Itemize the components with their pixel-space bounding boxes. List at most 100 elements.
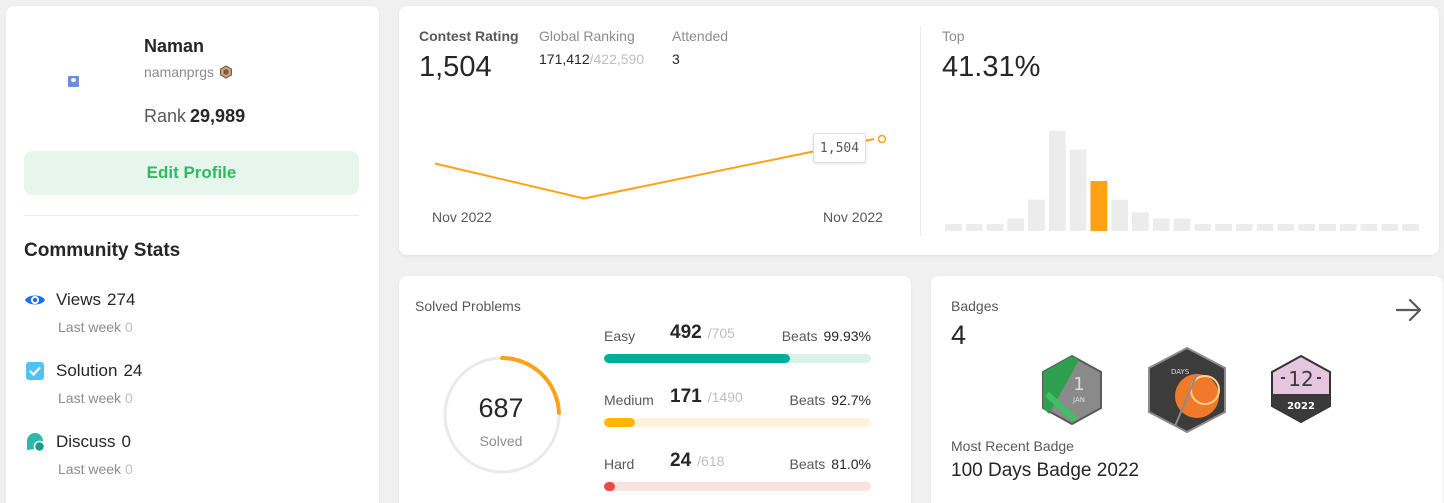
distribution-bar bbox=[1007, 218, 1025, 231]
stat-solution-lastweek: Last week 0 bbox=[58, 390, 133, 406]
global-ranking-value: 171,412/422,590 bbox=[539, 51, 645, 67]
stat-views-value: 274 bbox=[107, 290, 136, 309]
edit-profile-button[interactable]: Edit Profile bbox=[24, 151, 359, 195]
difficulty-medium: Medium 171/1490 Beats 92.7% bbox=[604, 384, 871, 434]
badge-100-days-icon[interactable]: DAYS bbox=[1145, 346, 1229, 434]
badges-title: Badges bbox=[951, 298, 999, 314]
easy-progress-bar bbox=[604, 354, 871, 363]
distribution-bar bbox=[1277, 224, 1295, 231]
svg-text:2022: 2022 bbox=[1287, 401, 1315, 412]
medium-label: Medium bbox=[604, 392, 654, 408]
distribution-bar bbox=[1069, 149, 1087, 231]
medium-beats: Beats 92.7% bbox=[789, 392, 871, 408]
stat-discuss: Discuss 0 Last week 0 bbox=[24, 431, 354, 491]
distribution-bar bbox=[965, 224, 983, 231]
rank-label: Rank bbox=[144, 106, 187, 126]
distribution-bar bbox=[1173, 218, 1191, 231]
contest-divider bbox=[920, 26, 921, 236]
stat-solution: Solution 24 Last week 0 bbox=[24, 360, 354, 420]
progress-fill bbox=[604, 482, 615, 491]
rating-distribution-chart[interactable] bbox=[945, 124, 1419, 231]
badges-card: Badges 4 1 JAN DAYS 12 2022 Most Recent … bbox=[931, 276, 1443, 503]
stat-discuss-label: Discuss 0 bbox=[56, 432, 131, 451]
distribution-bar bbox=[1132, 212, 1149, 231]
stat-views: Views 274 Last week 0 bbox=[24, 289, 354, 349]
stat-solution-value: 24 bbox=[123, 361, 143, 380]
contest-rating-value: 1,504 bbox=[419, 51, 492, 83]
arrow-right-icon[interactable] bbox=[1395, 298, 1423, 322]
solved-problems-card: Solved Problems 687 Solved Easy 492/705 … bbox=[399, 276, 911, 503]
solved-total: 687 bbox=[478, 393, 524, 423]
distribution-bar bbox=[1298, 224, 1316, 231]
stat-views-lastweek: Last week 0 bbox=[58, 319, 133, 335]
eye-icon bbox=[25, 295, 45, 305]
top-label: Top bbox=[942, 28, 965, 44]
stat-discuss-value: 0 bbox=[121, 432, 131, 451]
hard-beats: Beats 81.0% bbox=[789, 456, 871, 472]
profile-card: Naman namanprgs Rank 29,989 Edit Profile … bbox=[6, 6, 379, 503]
discuss-icon bbox=[27, 433, 46, 453]
guardian-badge-icon bbox=[220, 65, 233, 79]
progress-fill bbox=[604, 354, 791, 363]
medium-progress-bar bbox=[604, 418, 871, 427]
rating-series-line bbox=[434, 138, 875, 200]
most-recent-badge-label: Most Recent Badge bbox=[951, 438, 1074, 454]
distribution-bar bbox=[986, 224, 1004, 231]
rating-point bbox=[877, 134, 887, 144]
hard-label: Hard bbox=[604, 456, 635, 472]
distribution-bar bbox=[1152, 218, 1170, 231]
solved-label: Solved bbox=[479, 433, 523, 449]
badges-count: 4 bbox=[951, 320, 967, 350]
distribution-bar bbox=[1028, 199, 1045, 231]
svg-text:12: 12 bbox=[1288, 367, 1313, 391]
distribution-bar bbox=[1339, 224, 1357, 231]
x-label-end: Nov 2022 bbox=[823, 209, 883, 225]
easy-beats: Beats 99.93% bbox=[781, 328, 871, 344]
distribution-bar bbox=[1048, 131, 1066, 231]
svg-text:1: 1 bbox=[1073, 374, 1084, 395]
x-label-start: Nov 2022 bbox=[432, 209, 492, 225]
global-ranking-label: Global Ranking bbox=[539, 28, 635, 44]
distribution-bar bbox=[1194, 224, 1212, 231]
badge-jan-icon[interactable]: 1 JAN bbox=[1039, 354, 1105, 426]
divider bbox=[24, 215, 359, 216]
distribution-bar bbox=[1319, 224, 1336, 231]
stat-solution-label: Solution 24 bbox=[56, 361, 143, 380]
medium-count: 171/1490 bbox=[670, 386, 743, 407]
distribution-bar bbox=[1215, 224, 1232, 231]
difficulty-hard: Hard 24/618 Beats 81.0% bbox=[604, 448, 871, 498]
hard-progress-bar bbox=[604, 482, 871, 491]
hard-count: 24/618 bbox=[670, 450, 725, 471]
stat-discuss-lastweek: Last week 0 bbox=[58, 461, 133, 477]
distribution-bar bbox=[1402, 224, 1419, 231]
solved-title: Solved Problems bbox=[415, 298, 521, 314]
distribution-bar bbox=[1360, 224, 1378, 231]
profile-handle-text: namanprgs bbox=[144, 64, 215, 80]
contest-rating-label: Contest Rating bbox=[419, 28, 519, 44]
progress-fill bbox=[604, 418, 635, 427]
difficulty-easy: Easy 492/705 Beats 99.93% bbox=[604, 320, 871, 370]
rank-value: 29,989 bbox=[190, 106, 246, 126]
rating-tooltip: 1,504 bbox=[813, 133, 866, 163]
distribution-bar bbox=[1111, 199, 1129, 231]
distribution-bar bbox=[1256, 224, 1274, 231]
svg-text:DAYS: DAYS bbox=[1171, 368, 1190, 376]
profile-rank: Rank 29,989 bbox=[144, 106, 245, 127]
stat-views-label: Views 274 bbox=[56, 290, 136, 309]
easy-label: Easy bbox=[604, 328, 636, 344]
badge-december-2022-icon[interactable]: 12 2022 bbox=[1269, 354, 1333, 424]
distribution-bar bbox=[1381, 224, 1399, 231]
top-percent-value: 41.31% bbox=[942, 51, 1041, 83]
most-recent-badge-name[interactable]: 100 Days Badge 2022 bbox=[951, 460, 1139, 482]
attended-value: 3 bbox=[672, 51, 680, 67]
profile-name: Naman bbox=[144, 36, 205, 56]
community-stats-title: Community Stats bbox=[24, 240, 181, 261]
distribution-bar bbox=[1235, 224, 1253, 231]
avatar[interactable] bbox=[68, 76, 79, 87]
contest-card: Contest Rating 1,504 Global Ranking 171,… bbox=[399, 6, 1439, 255]
easy-count: 492/705 bbox=[670, 322, 735, 343]
svg-text:JAN: JAN bbox=[1072, 396, 1085, 404]
attended-label: Attended bbox=[672, 28, 729, 44]
distribution-bar-current bbox=[1090, 181, 1108, 231]
solution-check-icon bbox=[26, 362, 44, 380]
